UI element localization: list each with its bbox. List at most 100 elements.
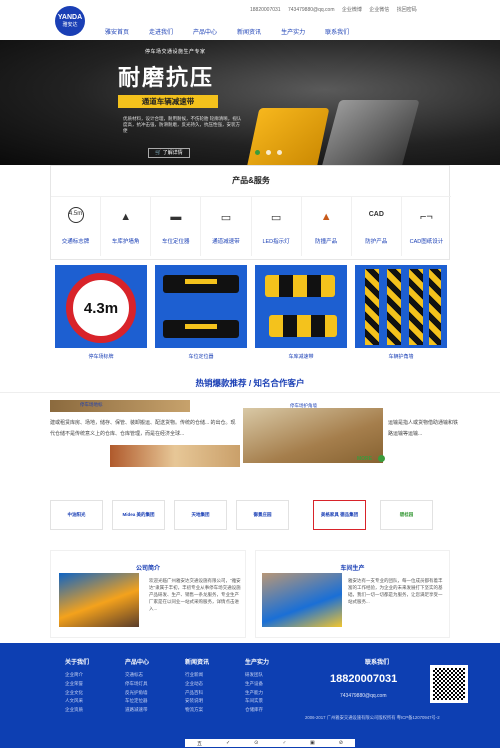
footer-column-head[interactable]: 新闻资讯: [185, 657, 240, 666]
production-title: 车间生产: [340, 566, 365, 572]
service-label: 防护产品: [365, 239, 388, 245]
warehouse-image-2[interactable]: [110, 445, 240, 467]
footer-column-head[interactable]: 关于我们: [65, 657, 120, 666]
service-item-wheel-stop[interactable]: ▬ 车位定位器: [151, 197, 202, 256]
user-icon[interactable]: ♂: [282, 740, 286, 746]
footer-link[interactable]: 仓储库存: [245, 706, 300, 715]
top-phone[interactable]: 18820007031: [250, 7, 281, 13]
footer-link[interactable]: 企业荣誉: [65, 680, 120, 689]
service-label: LED指示灯: [262, 239, 290, 245]
circle-icon[interactable]: ⊙: [254, 740, 258, 746]
warehouse-image-3[interactable]: [243, 408, 383, 463]
client-name: 御景庄园: [253, 512, 272, 517]
corner-guard-icon: ▲: [120, 211, 132, 223]
footer-link[interactable]: 停车场灯具: [125, 680, 180, 689]
top-password-link[interactable]: 找回密码: [397, 7, 417, 13]
nav-contact[interactable]: 联系我们: [325, 27, 349, 37]
nav-products[interactable]: 产品中心: [193, 27, 217, 37]
product-label: 车库减速带: [288, 354, 314, 360]
nav-news[interactable]: 新闻资讯: [237, 27, 261, 37]
footer-link[interactable]: 生产设备: [245, 680, 300, 689]
footer-link[interactable]: 道路减速带: [125, 706, 180, 715]
nav-production[interactable]: 生产实力: [281, 27, 305, 37]
service-item-cad[interactable]: ⌐¬ CAD图纸设计: [402, 197, 451, 256]
more-link[interactable]: MORE: [357, 456, 372, 462]
top-weixin-link[interactable]: 企业微信: [369, 7, 389, 13]
service-label: 通道减速带: [212, 239, 240, 245]
production-card[interactable]: 车间生产 雅安达有一支专业的团队，每一位成员都有着丰富的工作经验，为企业的未来发…: [255, 550, 450, 638]
footer-email[interactable]: 743479880@qq.com: [340, 693, 387, 699]
product-image: [155, 265, 247, 348]
footer-link[interactable]: 企业文化: [65, 689, 120, 698]
service-item-protection[interactable]: CAD 防护产品: [352, 197, 402, 256]
about-card[interactable]: 公司简介 欢迎光临广州雅安达交通设施有限公司，"雅安达"隶属于丰初，丰初专业从事…: [50, 550, 246, 638]
logo[interactable]: YANDA 雅安达: [55, 6, 85, 36]
hot-item-label-1[interactable]: 停车场地标: [80, 402, 103, 408]
service-label: 交通标志牌: [61, 239, 90, 245]
check-icon[interactable]: ✓: [226, 740, 230, 746]
footer-link[interactable]: 企业动态: [185, 680, 240, 689]
about-title: 公司简介: [135, 566, 160, 572]
hero-banner[interactable]: [0, 40, 500, 178]
service-item-led[interactable]: ▭ LED指示灯: [252, 197, 302, 256]
footer-link[interactable]: 行业新闻: [185, 671, 240, 680]
footer-link[interactable]: 生产能力: [245, 689, 300, 698]
logo-text: YANDA: [57, 14, 83, 21]
footer-link[interactable]: 车位定位器: [125, 697, 180, 706]
banner-details-button[interactable]: 🛒 了解详情: [148, 148, 190, 158]
footer-link[interactable]: 物流方案: [185, 706, 240, 715]
top-email[interactable]: 743479880@qq.com: [288, 7, 335, 13]
nav-home[interactable]: 雅安首页: [105, 27, 129, 37]
client-logo[interactable]: 美格家具 德品集团: [313, 500, 366, 530]
client-name: 中油阳光: [67, 512, 86, 517]
client-logo[interactable]: 天地集团: [174, 500, 227, 530]
footer-link[interactable]: 交通标志: [125, 671, 180, 680]
footer-column-head[interactable]: 产品中心: [125, 657, 180, 666]
footer-link[interactable]: 车间实景: [245, 697, 300, 706]
more-arrow-icon[interactable]: [378, 455, 385, 462]
drawing-icon: ⌐¬: [420, 211, 433, 223]
footer-column-head[interactable]: 生产实力: [245, 657, 300, 666]
slider-dot-1[interactable]: [255, 150, 260, 155]
five-icon[interactable]: 五: [197, 740, 202, 747]
divider: [0, 392, 500, 393]
product-tile[interactable]: 车辆护角墙: [355, 265, 447, 365]
block-icon[interactable]: ⊘: [339, 740, 343, 746]
client-logo[interactable]: 御景庄园: [236, 500, 289, 530]
product-tile[interactable]: 车库减速带: [255, 265, 347, 365]
image-icon[interactable]: ▣: [310, 740, 315, 746]
product-tile[interactable]: 4.3m 停车场标牌: [55, 265, 147, 365]
footer-icon-bar: 五 ✓ ⊙ ♂ ▣ ⊘: [185, 739, 355, 747]
hot-item-label-2[interactable]: 停车场护角墙: [290, 403, 317, 409]
product-label: 停车场标牌: [88, 354, 114, 360]
footer-link[interactable]: 企业资质: [65, 706, 120, 715]
service-label: 车库护墙角: [111, 239, 140, 245]
client-logos: 中油阳光 Midea 美的集团 天地集团 御景庄园 美格家具 德品集团 碧桂园: [50, 500, 450, 532]
service-item-anti-collision[interactable]: ▲ 防撞产品: [302, 197, 352, 256]
service-item-speed-bump[interactable]: ▭ 通道减速带: [201, 197, 252, 256]
slider-dot-2[interactable]: [266, 150, 271, 155]
footer-link[interactable]: 安装说明: [185, 697, 240, 706]
service-item-wall-corner[interactable]: ▲ 车库护墙角: [101, 197, 152, 256]
product-tile[interactable]: 车位定位器: [155, 265, 247, 365]
client-logo[interactable]: Midea 美的集团: [112, 500, 165, 530]
client-logo[interactable]: 碧桂园: [380, 500, 433, 530]
footer-link[interactable]: 研发团队: [245, 671, 300, 680]
site-footer: 关于我们 企业简介 企业荣誉 企业文化 人文风采 企业资质 产品中心 交通标志 …: [0, 643, 500, 748]
footer-link[interactable]: 反光护角墙: [125, 689, 180, 698]
top-weibo-link[interactable]: 企业微博: [342, 7, 362, 13]
slider-dot-3[interactable]: [277, 150, 282, 155]
footer-link[interactable]: 产品百科: [185, 689, 240, 698]
footer-link[interactable]: 人文风采: [65, 697, 120, 706]
products-services-list: 4.5m 交通标志牌 ▲ 车库护墙角 ▬ 车位定位器 ▭ 通道减速带 ▭ LED指示灯 ▲…: [51, 196, 451, 256]
page: YANDA 雅安达 18820007031 743479880@qq.com 企…: [0, 0, 500, 748]
warehouse-image-1[interactable]: [50, 400, 190, 412]
slider-dots: [255, 150, 288, 155]
footer-phone[interactable]: 18820007031: [330, 673, 397, 685]
footer-link[interactable]: 企业简介: [65, 671, 120, 680]
nav-about[interactable]: 走进我们: [149, 27, 173, 37]
service-label: 防撞产品: [315, 239, 338, 245]
service-item-signs[interactable]: 4.5m 交通标志牌: [51, 197, 102, 256]
client-logo[interactable]: 中油阳光: [50, 500, 103, 530]
logo-subtext: 雅安达: [62, 22, 78, 28]
